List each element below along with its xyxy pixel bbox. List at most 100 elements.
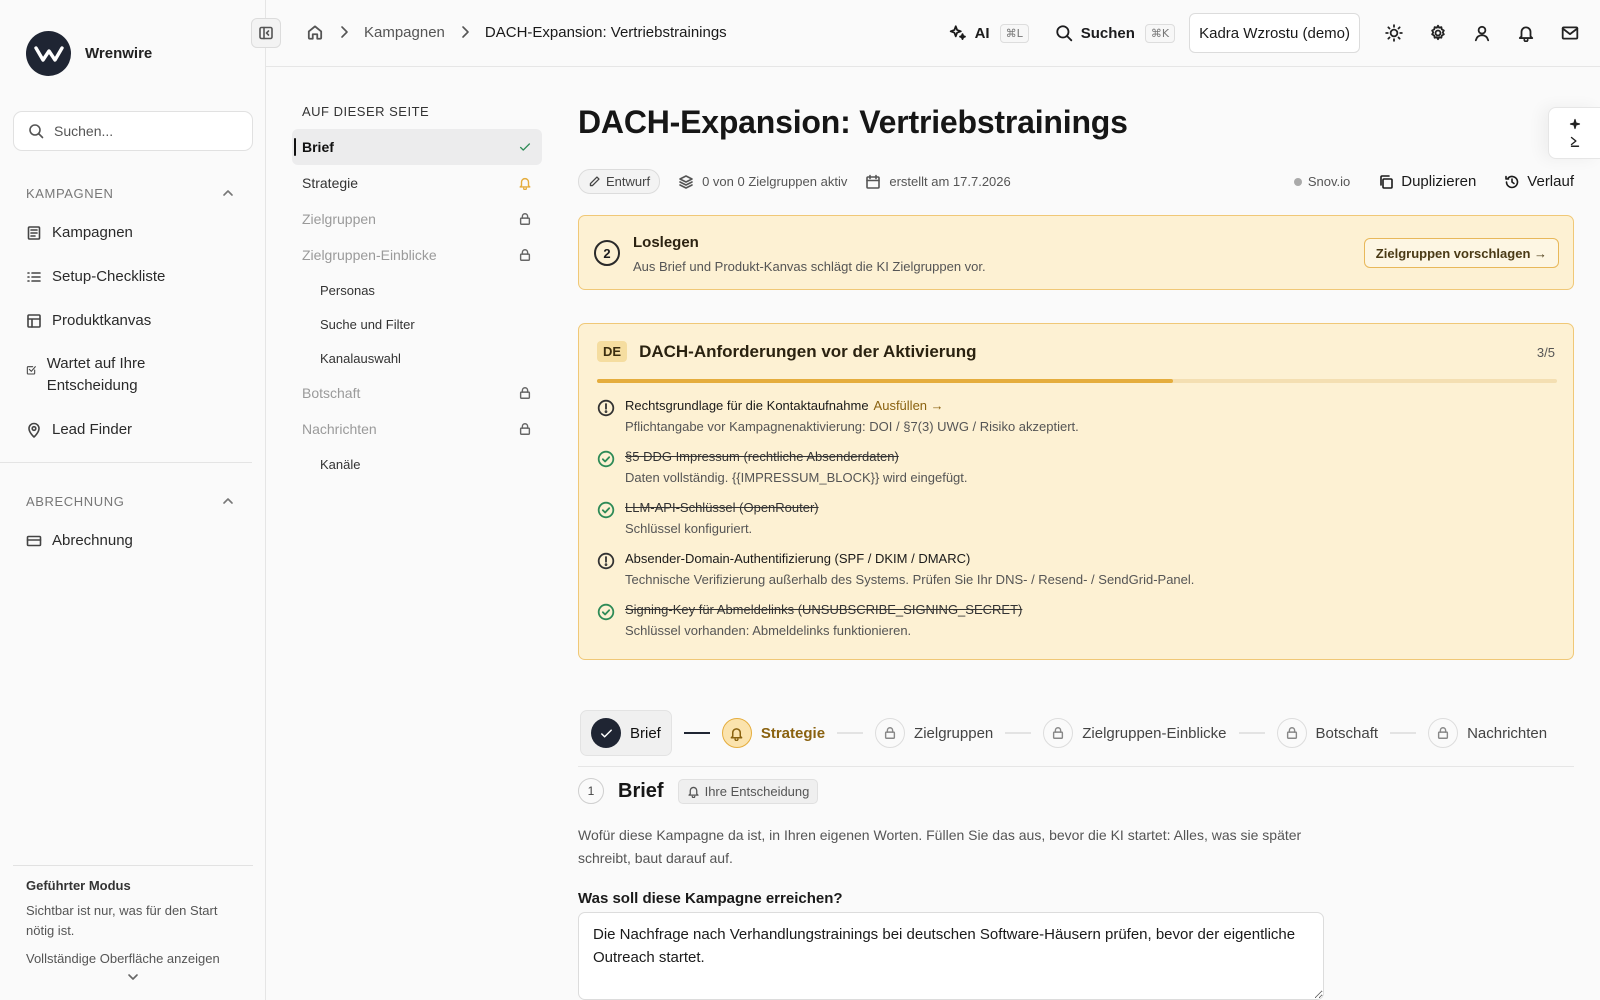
requirement-item: Rechtsgrundlage für die Kontaktaufnahme A… (597, 397, 1557, 448)
checklist-icon (27, 272, 41, 282)
brief-description: Wofür diese Kampagne da ist, in Ihren ei… (578, 827, 1302, 866)
sidebar-search-input[interactable] (54, 123, 234, 139)
toc-item-messages[interactable]: Nachrichten (292, 411, 542, 447)
suggest-audiences-button[interactable]: Zielgruppen vorschlagen → (1363, 238, 1559, 268)
chevron-down-icon[interactable] (125, 969, 141, 985)
guided-mode-panel: Geführter Modus Sichtbar ist nur, was fü… (13, 865, 253, 980)
topbar: Kampagnen DACH-Expansion: Vertriebstrain… (251, 0, 1600, 67)
section-campaigns-header[interactable]: KAMPAGNEN (26, 185, 236, 201)
breadcrumb-campaigns[interactable]: Kampagnen (364, 24, 445, 41)
check-circle-icon (597, 501, 615, 519)
requirement-title: Rechtsgrundlage für die Kontaktaufnahme A… (625, 397, 1557, 415)
duplicate-button[interactable]: Duplizieren (1378, 173, 1476, 190)
stepper-step-zielgruppen-einblicke[interactable]: Zielgruppen-Einblicke (1043, 718, 1227, 748)
top-search-button[interactable]: Suchen (1055, 24, 1135, 42)
stepper-step-zielgruppen[interactable]: Zielgruppen (875, 718, 993, 748)
wrenwire-logo-icon (26, 31, 71, 76)
stepper-connector (1238, 732, 1265, 734)
stepper-connector (1005, 732, 1032, 734)
ai-button[interactable]: AI (949, 24, 990, 42)
sidebar-item-lead-finder[interactable]: Lead Finder (26, 419, 246, 441)
notifications-button[interactable] (1504, 13, 1548, 53)
requirement-desc: Pflichtangabe vor Kampagnenaktivierung: … (625, 419, 1079, 434)
check-icon (600, 728, 612, 738)
fill-in-link[interactable]: Ausfüllen → (874, 398, 944, 413)
messages-button[interactable] (1548, 13, 1592, 53)
toc-item-channels[interactable]: Kanäle (292, 447, 542, 481)
goal-textarea[interactable]: Die Nachfrage nach Verhandlungstrainings… (578, 912, 1324, 1000)
sidebar-item-label: Lead Finder (52, 421, 133, 438)
toc-item-message[interactable]: Botschaft (292, 375, 542, 411)
chevron-right-icon (462, 26, 469, 38)
section-billing-header[interactable]: ABRECHNUNG (26, 493, 236, 509)
side-panel-toggle[interactable] (1548, 107, 1600, 159)
pencil-icon (589, 176, 600, 187)
audiences-active-label: 0 von 0 Zielgruppen aktiv (702, 174, 848, 189)
guided-mode-desc: Sichtbar ist nur, was für den Start nöti… (26, 903, 218, 938)
stepper-connector (837, 732, 864, 734)
toc-item-personas[interactable]: Personas (292, 273, 542, 307)
toc-item-label: Botschaft (302, 385, 361, 401)
search-icon (29, 124, 44, 139)
duplicate-label: Duplizieren (1401, 173, 1477, 190)
stepper-step-label: Botschaft (1315, 724, 1379, 742)
toc-item-strategy[interactable]: Strategie (292, 165, 542, 201)
gear-icon (1431, 24, 1445, 41)
status-dot (1293, 177, 1302, 186)
stepper-step-brief[interactable]: Brief (580, 710, 672, 756)
settings-button[interactable] (1416, 13, 1460, 53)
requirement-title: Absender-Domain-Authentifizierung (SPF /… (625, 550, 1557, 568)
stepper-step-status (1043, 718, 1074, 748)
bell-icon (519, 177, 531, 190)
show-full-ui-link[interactable]: Vollständige Oberfläche anzeigen (26, 951, 240, 966)
toc-item-audience-insights[interactable]: Zielgruppen-Einblicke (292, 237, 542, 273)
bell-icon (730, 727, 743, 741)
stepper-step-nachrichten[interactable]: Nachrichten (1428, 718, 1547, 748)
requirement-item: Signing-Key für Abmeldelinks (UNSUBSCRIB… (597, 601, 1557, 652)
profile-button[interactable] (1460, 13, 1504, 53)
history-label: Verlauf (1527, 173, 1574, 190)
home-icon[interactable] (306, 23, 324, 41)
lock-icon (1437, 727, 1449, 739)
sidebar-item-label: Kampagnen (52, 224, 133, 241)
sidebar-item-product-canvas[interactable]: Produktkanvas (26, 310, 246, 332)
calendar-icon (866, 174, 881, 189)
provider-label: Snov.io (1307, 174, 1351, 189)
region-badge: DE (597, 341, 628, 362)
requirement-title-text: LLM-API-Schlüssel (OpenRouter) (625, 500, 819, 515)
campaign-stepper: Brief Strategie Zielgruppen Zielgruppen-Ein… (580, 710, 1570, 756)
org-switcher[interactable]: Kadra Wzrostu (demo) (1189, 13, 1360, 53)
main-content: DACH-Expansion: Vertriebstrainings Entwu… (578, 104, 1574, 1000)
stepper-connector (683, 732, 710, 734)
search-icon (1056, 25, 1072, 42)
toc-item-label: Personas (320, 282, 375, 298)
search-shortcut: ⌘K (1144, 23, 1176, 43)
sidebar-item-setup-checklist[interactable]: Setup-Checkliste (26, 266, 246, 288)
guided-mode-title: Geführter Modus (26, 878, 131, 893)
requirement-item: LLM-API-Schlüssel (OpenRouter) Schlüssel … (597, 499, 1557, 550)
stepper-step-botschaft[interactable]: Botschaft (1276, 718, 1379, 748)
status-badge[interactable]: Entwurf (578, 169, 661, 194)
toc-item-label: Zielgruppen (302, 211, 376, 227)
sidebar-search[interactable] (13, 111, 253, 151)
toc-item-label: Zielgruppen-Einblicke (302, 247, 437, 263)
sidebar-item-billing[interactable]: Abrechnung (26, 530, 246, 552)
toc-item-search-filter[interactable]: Suche und Filter (292, 307, 542, 341)
toc-item-channel-selection[interactable]: Kanalauswahl (292, 341, 542, 375)
history-button[interactable]: Verlauf (1504, 173, 1574, 190)
sidebar-item-kampagnen[interactable]: Kampagnen (26, 222, 246, 244)
theme-toggle-button[interactable] (1372, 13, 1416, 53)
sidebar-item-label: Setup-Checkliste (52, 268, 166, 285)
brand[interactable]: Wrenwire (26, 31, 152, 76)
sidebar-toggle-button[interactable] (251, 18, 281, 48)
sun-icon (1385, 24, 1403, 42)
alert-circle-icon (597, 399, 615, 417)
toc-item-label: Kanäle (320, 456, 361, 472)
sidebar-item-awaiting-decision[interactable]: Wartet auf Ihre Entscheidung (26, 353, 176, 397)
chevron-right-icon (341, 26, 348, 38)
step-number: 2 (594, 240, 620, 266)
stepper-step-strategie[interactable]: Strategie (721, 718, 825, 748)
requirement-desc: Daten vollständig. {{IMPRESSUM_BLOCK}} w… (625, 470, 968, 485)
toc-item-brief[interactable]: Brief (292, 129, 542, 165)
toc-item-audiences[interactable]: Zielgruppen (292, 201, 542, 237)
